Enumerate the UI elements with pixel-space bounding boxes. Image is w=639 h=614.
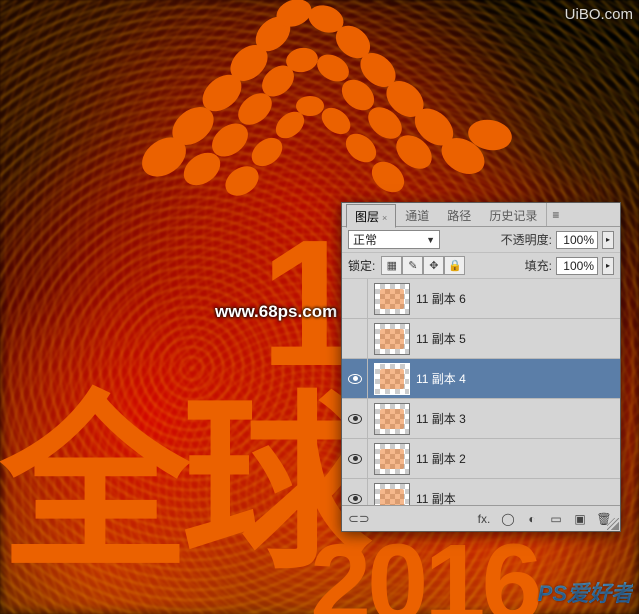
tab-paths[interactable]: 路径 (438, 203, 480, 227)
layer-name-label[interactable]: 11 副本 6 (416, 290, 620, 307)
layer-thumbnail[interactable] (374, 483, 410, 506)
visibility-toggle[interactable] (342, 439, 368, 478)
blend-opacity-row: 正常 ▼ 不透明度: 100% ▸ (342, 227, 620, 253)
eye-icon (348, 374, 362, 384)
opacity-value: 100% (563, 233, 594, 247)
layer-thumbnail[interactable] (374, 323, 410, 355)
resize-grip-icon[interactable] (607, 518, 619, 530)
layer-thumbnail[interactable] (374, 403, 410, 435)
lock-label: 锁定: (348, 257, 375, 274)
panel-footer: ⊂⊃ fx. ◯ ◐ ▭ ▣ 🗑 (342, 505, 620, 531)
opacity-flyout-icon[interactable]: ▸ (602, 231, 614, 249)
new-layer-button[interactable]: ▣ (570, 510, 590, 528)
fx-button[interactable]: fx. (474, 510, 494, 528)
watermark-corner: PS爱好者 (538, 576, 633, 608)
eye-icon (348, 494, 362, 504)
layer-thumbnail[interactable] (374, 283, 410, 315)
cat-head-dots (90, 0, 550, 230)
tab-channels[interactable]: 通道 (396, 203, 438, 227)
layer-list[interactable]: 11 副本 6 11 副本 5 11 副本 4 11 副本 3 11 副本 2 11 副本 (342, 279, 620, 505)
panel-tab-bar: 图层× 通道 路径 历史记录 ≡ (342, 203, 620, 227)
visibility-toggle[interactable] (342, 359, 368, 398)
layer-row[interactable]: 11 副本 4 (342, 359, 620, 399)
fill-flyout-icon[interactable]: ▸ (602, 257, 614, 275)
tab-history[interactable]: 历史记录 (480, 203, 546, 227)
fill-label: 填充: (525, 257, 552, 274)
layer-row[interactable]: 11 副本 6 (342, 279, 620, 319)
blend-mode-select[interactable]: 正常 ▼ (348, 230, 440, 249)
layer-thumbnail[interactable] (374, 363, 410, 395)
tab-layers[interactable]: 图层× (346, 204, 396, 228)
mask-button[interactable]: ◯ (498, 510, 518, 528)
lock-position-button[interactable]: ✥ (423, 256, 444, 275)
group-button[interactable]: ▭ (546, 510, 566, 528)
visibility-toggle[interactable] (342, 279, 368, 318)
layer-row[interactable]: 11 副本 2 (342, 439, 620, 479)
eye-icon (348, 454, 362, 464)
fill-value: 100% (563, 259, 594, 273)
visibility-toggle[interactable] (342, 319, 368, 358)
layers-panel[interactable]: 图层× 通道 路径 历史记录 ≡ 正常 ▼ 不透明度: 100% ▸ 锁定: ▦… (341, 202, 621, 532)
watermark-url: UiBO.com (565, 6, 633, 23)
lock-fill-row: 锁定: ▦ ✎ ✥ 🔒 填充: 100% ▸ (342, 253, 620, 279)
watermark-center: www.68ps.com (215, 302, 337, 322)
lock-transparency-button[interactable]: ▦ (381, 256, 402, 275)
blend-mode-value: 正常 (353, 231, 377, 248)
layer-row[interactable]: 11 副本 5 (342, 319, 620, 359)
chevron-down-icon: ▼ (426, 235, 435, 245)
opacity-label: 不透明度: (501, 231, 552, 248)
layer-name-label[interactable]: 11 副本 (416, 490, 620, 505)
lock-all-button[interactable]: 🔒 (444, 256, 465, 275)
adjustment-button[interactable]: ◐ (522, 510, 542, 528)
lock-icon-group: ▦ ✎ ✥ 🔒 (381, 256, 465, 275)
layer-thumbnail[interactable] (374, 443, 410, 475)
layer-name-label[interactable]: 11 副本 2 (416, 450, 620, 467)
link-layers-icon[interactable]: ⊂⊃ (348, 511, 370, 527)
text-year: 2016 (310, 520, 539, 614)
visibility-toggle[interactable] (342, 479, 368, 505)
eye-icon (348, 414, 362, 424)
layer-name-label[interactable]: 11 副本 3 (416, 410, 620, 427)
tab-layers-label: 图层 (355, 210, 379, 224)
layer-name-label[interactable]: 11 副本 4 (416, 370, 620, 387)
fill-input[interactable]: 100% (556, 257, 598, 275)
layer-name-label[interactable]: 11 副本 5 (416, 330, 620, 347)
tab-close-x[interactable]: × (382, 213, 387, 223)
visibility-toggle[interactable] (342, 399, 368, 438)
opacity-input[interactable]: 100% (556, 231, 598, 249)
layer-row[interactable]: 11 副本 3 (342, 399, 620, 439)
lock-pixels-button[interactable]: ✎ (402, 256, 423, 275)
panel-menu-icon[interactable]: ≡ (546, 203, 564, 226)
layer-row[interactable]: 11 副本 (342, 479, 620, 505)
